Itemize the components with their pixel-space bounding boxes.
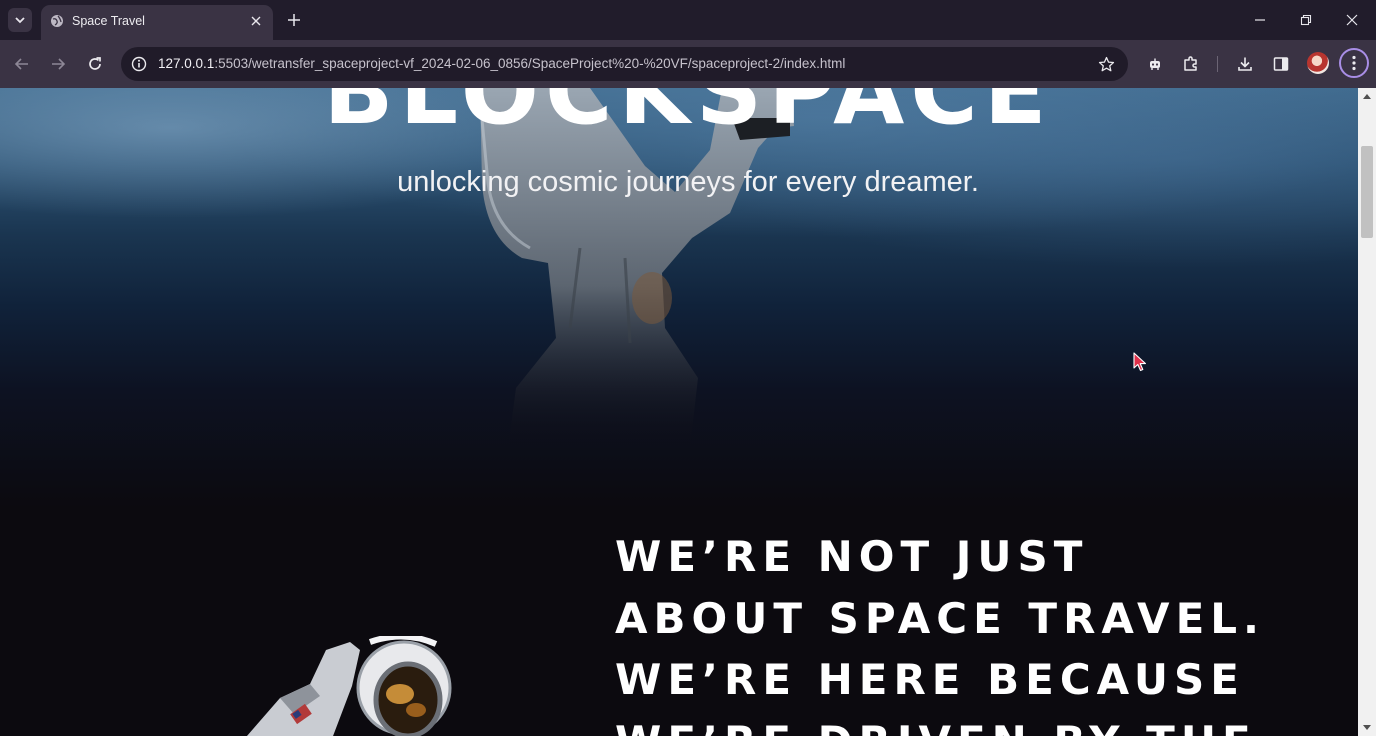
bookmark-button[interactable] (1096, 54, 1116, 74)
forward-button[interactable] (46, 52, 70, 76)
hero-subtitle: unlocking cosmic journeys for every drea… (397, 166, 979, 198)
site-info-button[interactable] (129, 54, 149, 74)
robot-icon (1150, 58, 1160, 70)
hero-title: BLOCKSPACE (323, 88, 1053, 145)
tab-active[interactable]: Space Travel (41, 5, 273, 40)
globe-icon (51, 15, 63, 27)
url-host: 127.0.0.1 (158, 56, 215, 71)
reload-icon (89, 57, 101, 70)
about-heading-line: WE’RE DRIVEN BY THE (615, 711, 1265, 736)
scroll-up-button[interactable] (1358, 88, 1376, 104)
new-tab-button[interactable] (284, 10, 304, 30)
star-icon (1098, 56, 1114, 71)
profile-avatar[interactable] (1307, 52, 1329, 74)
about-heading-line: WE’RE HERE BECAUSE (615, 655, 1245, 704)
caret-down-icon (1363, 725, 1371, 730)
reload-button[interactable] (83, 52, 107, 76)
minimize-button[interactable] (1248, 8, 1272, 32)
extension-puzzle-icon (1184, 56, 1197, 71)
window-close-icon (1346, 14, 1358, 26)
about-heading-line: ABOUT SPACE TRAVEL. (615, 593, 1265, 643)
browser-toolbar: 127.0.0.1:5503/wetransfer_spaceproject-v… (0, 40, 1376, 88)
astronaut-floating-image (246, 636, 452, 736)
caret-up-icon (1363, 94, 1371, 99)
restore-icon (1300, 14, 1312, 26)
more-vertical-icon (1352, 55, 1356, 71)
forward-icon (52, 58, 66, 70)
url-path: :5503/wetransfer_spaceproject-vf_2024-02… (214, 56, 846, 71)
minimize-icon (1255, 19, 1265, 21)
toolbar-separator (1217, 56, 1218, 72)
side-panel-icon (1273, 57, 1289, 71)
extension-agent-button[interactable] (1143, 52, 1167, 76)
downloads-button[interactable] (1233, 52, 1257, 76)
back-icon (14, 58, 28, 70)
page-scrollbar[interactable] (1358, 88, 1376, 736)
site-info-icon (131, 56, 147, 72)
close-icon (251, 16, 261, 26)
about-heading: WE’RE NOT JUST ABOUT SPACE TRAVEL. WE’RE… (615, 526, 1265, 736)
extensions-button[interactable] (1179, 52, 1203, 76)
tab-close-button[interactable] (247, 12, 265, 30)
url-text[interactable]: 127.0.0.1:5503/wetransfer_spaceproject-v… (158, 56, 845, 71)
restore-button[interactable] (1294, 8, 1318, 32)
page-viewport: BLOCKSPACE unlocking cosmic journeys for… (0, 88, 1358, 736)
about-heading-line: WE’RE NOT JUST (615, 532, 1089, 581)
chevron-down-icon (15, 17, 25, 24)
browser-menu-button[interactable] (1339, 48, 1369, 78)
tab-strip: Space Travel (0, 0, 1376, 40)
tab-title: Space Travel (72, 14, 145, 28)
scroll-down-button[interactable] (1358, 720, 1376, 736)
tab-search-button[interactable] (8, 8, 32, 32)
window-close-button[interactable] (1340, 8, 1364, 32)
back-button[interactable] (10, 52, 34, 76)
address-bar[interactable]: 127.0.0.1:5503/wetransfer_spaceproject-v… (121, 47, 1128, 81)
download-icon (1238, 57, 1252, 71)
side-panel-button[interactable] (1269, 52, 1293, 76)
scrollbar-thumb[interactable] (1361, 146, 1373, 238)
mouse-cursor-icon (1133, 352, 1147, 372)
plus-icon (288, 14, 300, 26)
